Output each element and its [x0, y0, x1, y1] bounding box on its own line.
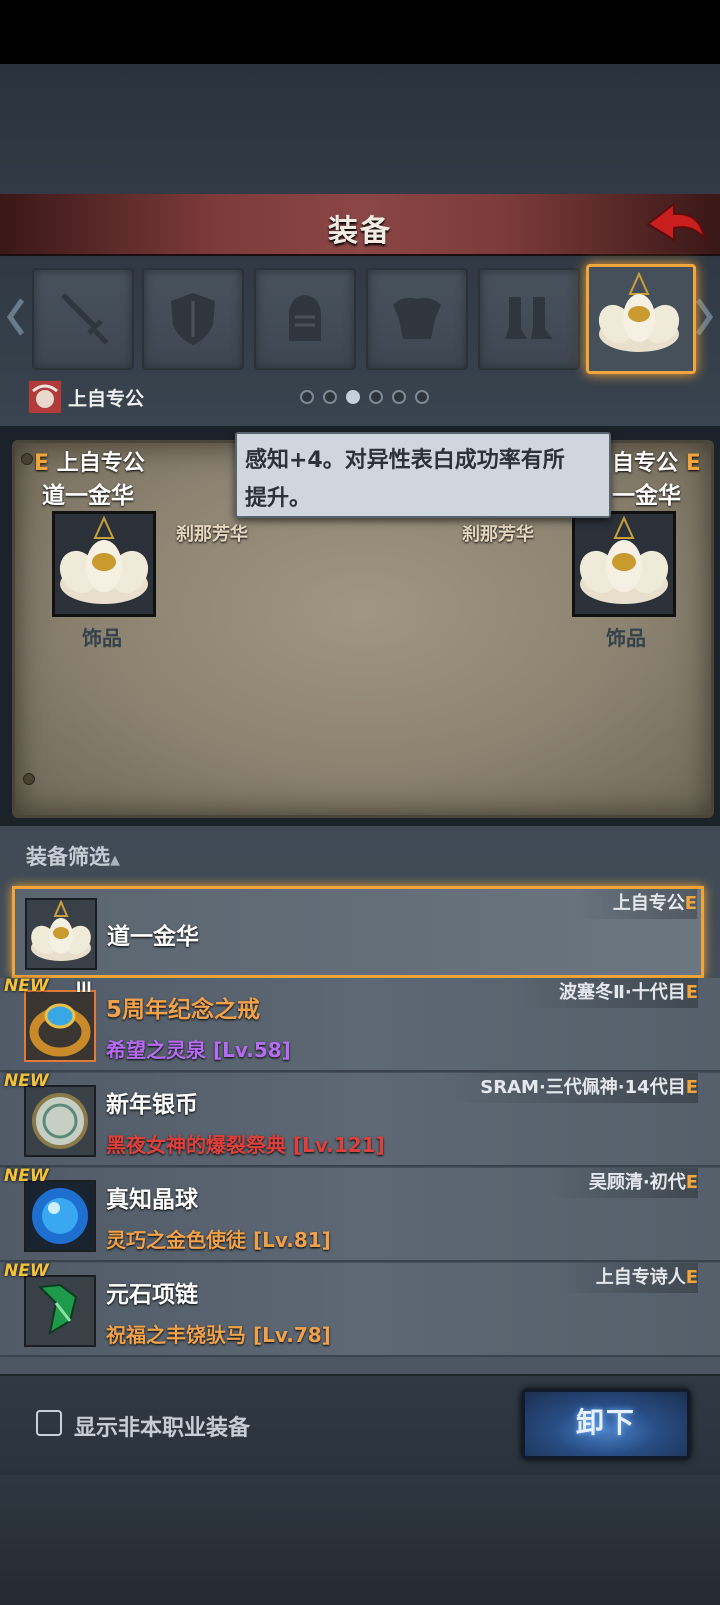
checkbox-label[interactable]: 显示非本职业装备 [74, 1410, 250, 1442]
item-tooltip: 感知+4。对异性表白成功率有所 提升。 [235, 432, 611, 518]
list-item[interactable]: NEW 元石项链 祝福之丰饶驮马 [Lv.78] 上自专诗人E [0, 1261, 720, 1357]
slot-accessory[interactable] [586, 264, 696, 374]
ring-icon [24, 990, 96, 1062]
sword-icon [61, 293, 109, 345]
item-owner: 波塞冬Ⅱ·十代目E [519, 978, 698, 1008]
item-owner: 上自专公E [572, 889, 697, 919]
new-badge: NEW [4, 976, 49, 996]
filter-toggle[interactable]: 装备筛选▲ [26, 841, 120, 871]
item-name: 元石项链 [106, 1282, 198, 1308]
page-dot [415, 390, 430, 404]
item-owner: SRAM·三代佩神·14代目E [440, 1073, 698, 1103]
lotus-icon [598, 272, 680, 352]
compare-right-item[interactable] [572, 511, 676, 617]
top-backdrop [0, 64, 720, 194]
item-set: 灵巧之金色使徒 [Lv.81] [106, 1228, 331, 1252]
list-item-selected[interactable]: 道一金华 上自专公E [12, 886, 704, 978]
item-name: 道一金华 [107, 924, 199, 950]
list-item[interactable]: NEW 新年银币 黑夜女神的爆裂祭典 [Lv.121] SRAM·三代佩神·14… [0, 1071, 720, 1167]
compare-right-item-name: 一金华 [612, 483, 681, 509]
page-dot [392, 390, 407, 404]
header-bar: 装备 [0, 194, 720, 256]
new-badge: NEW [4, 1261, 49, 1281]
compare-left-item-name: 道一金华 [42, 483, 134, 509]
item-set: 黑夜女神的爆裂祭典 [Lv.121] [106, 1133, 385, 1157]
show-other-class-checkbox[interactable] [36, 1410, 62, 1436]
item-owner: 上自专诗人E [555, 1263, 698, 1293]
compare-left-type: 饰品 [82, 626, 122, 650]
back-arrow-icon[interactable] [644, 200, 706, 248]
owner-name: 上自专公 [68, 388, 145, 410]
lotus-icon [579, 515, 669, 604]
pin [23, 773, 35, 785]
gem-necklace-icon [24, 1275, 96, 1347]
item-name: 新年银币 [106, 1092, 198, 1118]
slot-armor[interactable] [366, 268, 468, 370]
item-name: 5周年纪念之戒 [106, 997, 261, 1023]
compare-left-item[interactable] [52, 511, 156, 617]
item-owner: 吴顾清·初代E [548, 1168, 698, 1198]
list-item[interactable]: NEW 真知晶球 灵巧之金色使徒 [Lv.81] 吴顾清·初代E [0, 1166, 720, 1262]
page-dot [300, 390, 314, 404]
new-badge: NEW [4, 1071, 49, 1091]
list-item[interactable]: NEW III 5周年纪念之戒 希望之灵泉 [Lv.58] 波塞冬Ⅱ·十代目E [0, 976, 720, 1072]
compare-left-set: 刹那芳华 [176, 524, 248, 545]
slot-shield[interactable] [142, 268, 244, 370]
page-dot-active [346, 390, 361, 404]
slot-weapon[interactable] [32, 268, 134, 370]
bottom-backdrop [0, 1475, 720, 1605]
chevron-left-icon[interactable] [4, 292, 28, 342]
compare-left-owner: E 上自专公 [34, 451, 145, 476]
avatar[interactable] [28, 380, 62, 414]
page-dot [369, 390, 384, 404]
compare-right-set: 刹那芳华 [462, 524, 534, 545]
crystal-ball-icon [24, 1180, 96, 1252]
caret-up-icon: ▲ [110, 853, 120, 868]
pin [21, 453, 33, 465]
item-set: 希望之灵泉 [Lv.58] [106, 1038, 291, 1062]
compare-right-owner: 自专公 E [612, 451, 701, 476]
lotus-icon [59, 515, 149, 604]
slot-boots[interactable] [478, 268, 580, 370]
tooltip-line: 提升。 [245, 486, 312, 511]
boots-icon [505, 297, 553, 339]
helmet-icon [289, 295, 321, 341]
status-bar [0, 0, 720, 64]
shield-icon [171, 293, 215, 345]
slot-helmet[interactable] [254, 268, 356, 370]
page-title: 装备 [328, 214, 392, 249]
new-badge: NEW [4, 1166, 49, 1186]
compare-right-type: 饰品 [606, 626, 646, 650]
lotus-icon [27, 900, 95, 968]
page-dot [323, 390, 338, 404]
unequip-button[interactable]: 卸下 [522, 1389, 690, 1459]
coin-icon [24, 1085, 96, 1157]
tooltip-line: 感知+4。对异性表白成功率有所 [245, 448, 565, 473]
page-indicator [300, 389, 433, 409]
item-set: 祝福之丰饶驮马 [Lv.78] [106, 1323, 331, 1347]
armor-icon [393, 297, 441, 339]
tier-badge: III [76, 980, 92, 996]
item-icon [25, 898, 97, 970]
item-name: 真知晶球 [106, 1187, 198, 1213]
